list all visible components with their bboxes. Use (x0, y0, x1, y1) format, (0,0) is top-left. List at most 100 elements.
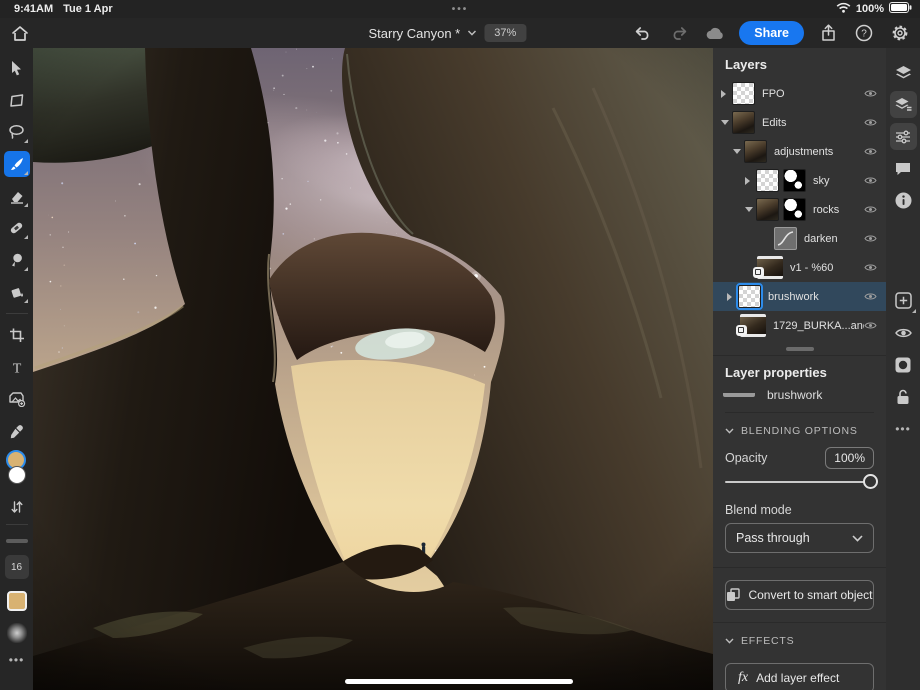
layers-panel-icon[interactable] (890, 59, 917, 86)
document-title-menu[interactable]: Starry Canyon * (368, 26, 476, 41)
visibility-eye-icon[interactable] (864, 263, 886, 272)
visibility-eye-icon[interactable] (890, 319, 917, 346)
layer-row[interactable]: rocks (713, 195, 886, 224)
info-icon[interactable] (890, 187, 917, 214)
layer-properties-section: Layer properties brushwork BLENDING OPTI… (713, 355, 886, 690)
layer-list: FPO Edits adjustments sky rocks darken v1 - %6… (713, 79, 886, 340)
eyedropper-tool[interactable] (4, 418, 30, 444)
chevron-down-icon (725, 428, 734, 434)
visibility-eye-icon[interactable] (864, 89, 886, 98)
add-layer-effect-button[interactable]: fx Add layer effect (725, 663, 874, 690)
effects-header[interactable]: EFFECTS (725, 623, 874, 651)
visibility-eye-icon[interactable] (864, 176, 886, 185)
toolbar-grip-handle[interactable] (6, 539, 28, 543)
layer-row[interactable]: brushwork (713, 282, 886, 311)
layer-name: sky (813, 175, 864, 187)
soft-brush-preview[interactable] (7, 623, 27, 643)
brush-tool[interactable] (4, 151, 30, 177)
blending-options-header[interactable]: BLENDING OPTIONS (725, 413, 874, 441)
selected-layer-name: brushwork (767, 388, 822, 402)
help-icon[interactable]: ? (852, 21, 876, 45)
clone-stamp-tool[interactable] (4, 247, 30, 273)
layer-row[interactable]: sky (713, 166, 886, 195)
zoom-level-badge[interactable]: 37% (484, 24, 526, 42)
visibility-eye-icon[interactable] (864, 205, 886, 214)
document-canvas[interactable] (33, 48, 713, 690)
expander-collapsed-icon[interactable] (721, 90, 732, 98)
svg-text:?: ? (861, 29, 867, 40)
expander-expanded-icon[interactable] (721, 120, 732, 125)
move-tool[interactable] (4, 55, 30, 81)
share-button[interactable]: Share (739, 21, 804, 45)
redo-icon[interactable] (667, 21, 691, 45)
smart-object-badge (753, 267, 764, 278)
chevron-down-icon (852, 535, 863, 542)
expander-expanded-icon[interactable] (745, 207, 756, 212)
layer-name: v1 - %60 (790, 262, 864, 274)
comment-icon[interactable] (890, 155, 917, 182)
more-options-icon[interactable]: ••• (890, 415, 917, 442)
svg-text:T: T (12, 361, 21, 375)
brush-size-box[interactable]: 16 (5, 555, 29, 579)
layer-name: FPO (762, 88, 864, 100)
smart-object-icon (726, 588, 740, 602)
layer-mask-icon[interactable] (890, 351, 917, 378)
document-title: Starry Canyon * (368, 26, 460, 41)
visibility-eye-icon[interactable] (864, 292, 886, 301)
tool-divider (6, 524, 28, 525)
visibility-eye-icon[interactable] (864, 118, 886, 127)
unlock-icon[interactable] (890, 383, 917, 410)
visibility-eye-icon[interactable] (864, 234, 886, 243)
convert-to-smart-object-button[interactable]: Convert to smart object (725, 580, 874, 610)
opacity-label: Opacity (725, 451, 767, 465)
layer-row[interactable]: 1729_BURKA...anced-NR33 (713, 311, 886, 340)
multitask-dots-icon[interactable]: ••• (0, 4, 920, 15)
active-color-swatch[interactable] (7, 591, 27, 611)
layer-thumbnail (732, 82, 755, 105)
background-color-well[interactable] (8, 466, 26, 484)
crop-tool[interactable] (4, 322, 30, 348)
layer-row[interactable]: FPO (713, 79, 886, 108)
layer-name: rocks (813, 204, 864, 216)
home-indicator[interactable] (345, 679, 573, 684)
panel-icon-strip: ••• (886, 48, 920, 690)
more-tools-icon[interactable]: ••• (9, 653, 25, 667)
expander-expanded-icon[interactable] (733, 149, 744, 154)
healing-brush-tool[interactable] (4, 215, 30, 241)
eraser-tool[interactable] (4, 183, 30, 209)
expander-collapsed-icon[interactable] (745, 177, 756, 185)
layer-thumbnail (738, 285, 761, 308)
layers-panel: Layers FPOEditsadjustmentsskyrocksdarken… (713, 48, 886, 690)
add-layer-icon[interactable] (890, 287, 917, 314)
home-icon[interactable] (8, 21, 32, 45)
type-tool[interactable]: T (4, 354, 30, 380)
swap-colors-icon[interactable] (4, 498, 30, 516)
layer-properties-title: Layer properties (725, 356, 874, 388)
layer-row[interactable]: Edits (713, 108, 886, 137)
layer-row[interactable]: adjustments (713, 137, 886, 166)
layer-name: adjustments (774, 146, 864, 158)
undo-icon[interactable] (631, 21, 655, 45)
adjustments-sliders-icon[interactable] (890, 123, 917, 150)
smart-object-badge (736, 325, 747, 336)
visibility-eye-icon[interactable] (864, 321, 886, 330)
place-image-tool[interactable] (4, 386, 30, 412)
clipped-layers-icon[interactable] (890, 91, 917, 118)
cloud-sync-icon[interactable] (703, 21, 727, 45)
layer-row[interactable]: darken (713, 224, 886, 253)
visibility-eye-icon[interactable] (864, 147, 886, 156)
tool-divider (6, 313, 28, 314)
export-icon[interactable] (816, 21, 840, 45)
layer-row[interactable]: v1 - %60 (713, 253, 886, 282)
opacity-value[interactable]: 100% (825, 447, 874, 469)
opacity-slider-knob[interactable] (863, 474, 878, 489)
panel-drag-handle[interactable] (786, 347, 814, 351)
layer-name: Edits (762, 117, 864, 129)
opacity-slider[interactable] (725, 473, 874, 491)
fill-tool[interactable] (4, 279, 30, 305)
transform-tool[interactable] (4, 87, 30, 113)
settings-gear-icon[interactable] (888, 21, 912, 45)
expander-collapsed-icon[interactable] (727, 293, 738, 301)
blend-mode-dropdown[interactable]: Pass through (725, 523, 874, 553)
lasso-tool[interactable] (4, 119, 30, 145)
